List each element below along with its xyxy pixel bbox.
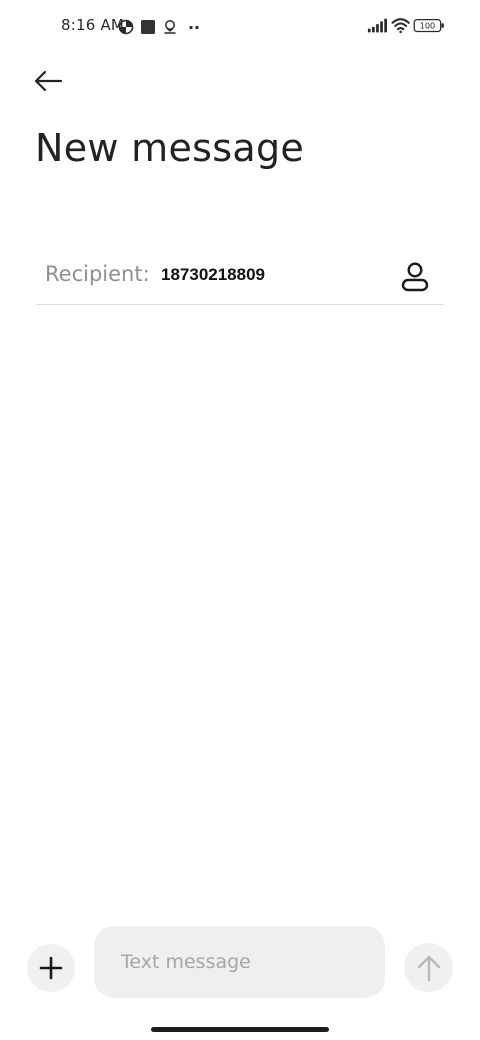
select-contact-button[interactable] — [398, 260, 432, 294]
home-indicator[interactable] — [151, 1027, 329, 1032]
location-pin-icon — [164, 20, 176, 34]
battery-level: 100 — [420, 21, 436, 31]
page-title: New message — [35, 126, 305, 170]
arrow-up-icon — [417, 955, 440, 981]
status-bar: 8:16 AM 100 — [0, 0, 480, 52]
plus-icon — [39, 956, 63, 980]
status-icons-left — [118, 19, 199, 35]
back-button[interactable] — [28, 62, 68, 100]
status-icons-right: 100 — [367, 18, 444, 34]
data-saver-icon — [118, 19, 134, 35]
send-button[interactable] — [404, 943, 453, 992]
person-icon — [401, 262, 429, 292]
more-dots-icon — [189, 25, 199, 30]
arrow-left-icon — [34, 70, 63, 92]
message-input[interactable] — [94, 926, 385, 998]
recipient-value[interactable]: 18730218809 — [161, 265, 265, 285]
add-attachment-button[interactable] — [27, 944, 75, 992]
wifi-icon — [391, 18, 410, 34]
recipient-label: Recipient: — [45, 262, 150, 286]
stop-square-icon — [141, 20, 155, 34]
battery-icon: 100 — [413, 19, 444, 33]
cellular-signal-icon — [367, 18, 387, 33]
status-time: 8:16 AM — [61, 16, 125, 34]
recipient-field[interactable]: Recipient: 18730218809 — [36, 250, 444, 305]
